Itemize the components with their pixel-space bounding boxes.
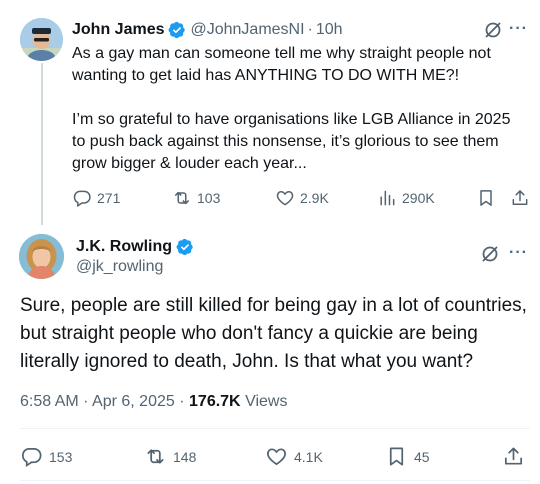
views-icon — [380, 190, 395, 206]
repost-icon — [147, 449, 164, 464]
reply-count: 153 — [49, 448, 73, 465]
divider — [20, 428, 530, 429]
share-icon — [512, 190, 528, 205]
reply-author-handle[interactable]: @JohnJamesNI — [190, 21, 304, 39]
views-count: 176.7K — [189, 393, 241, 410]
verified-badge-icon[interactable] — [176, 238, 194, 256]
jk-rowling-avatar[interactable] — [19, 234, 64, 279]
reply-paragraph-2: I’m so grateful to have organisations li… — [72, 111, 511, 172]
bookmark-button[interactable] — [476, 188, 501, 208]
like-count: 4.1K — [294, 448, 323, 465]
verified-badge-icon[interactable] — [168, 21, 186, 39]
like-button[interactable]: 2.9K — [275, 188, 329, 208]
separator-dot: · — [83, 393, 89, 410]
grok-icon[interactable] — [480, 244, 500, 264]
views-button[interactable]: 290K — [377, 188, 435, 208]
like-button[interactable]: 4.1K — [265, 445, 323, 468]
views-count: 290K — [402, 190, 435, 206]
repost-icon — [175, 191, 189, 205]
main-author-name[interactable]: J.K. Rowling — [76, 238, 172, 256]
share-button[interactable] — [510, 188, 535, 208]
reply-count: 271 — [97, 190, 121, 206]
like-icon — [267, 448, 286, 466]
grok-icon[interactable] — [483, 20, 503, 40]
reply-action-bar: 271 103 2.9K 290K — [72, 188, 532, 212]
tweet-time[interactable]: 6:58 AM — [20, 393, 79, 410]
reply-text: As a gay man can someone tell me why str… — [72, 43, 528, 175]
reply-icon — [73, 190, 91, 208]
like-count: 2.9K — [300, 190, 329, 206]
repost-count: 103 — [197, 190, 221, 206]
reply-icon — [22, 447, 42, 468]
share-button[interactable] — [502, 445, 531, 468]
thread-connector-line — [41, 63, 43, 225]
more-icon[interactable]: ··· — [509, 20, 528, 38]
separator-dot: · — [179, 393, 185, 410]
bookmark-button[interactable]: 45 — [385, 445, 430, 468]
reply-author-name[interactable]: John James — [72, 21, 164, 39]
bookmark-icon — [480, 190, 492, 206]
reply-timestamp[interactable]: 10h — [316, 21, 343, 39]
reply-header: John James @JohnJamesNI · 10h — [72, 19, 343, 41]
repost-button[interactable]: 148 — [144, 445, 196, 468]
main-action-bar: 153 148 4.1K 45 — [20, 445, 530, 471]
main-author-row: J.K. Rowling — [76, 236, 198, 258]
share-icon — [504, 447, 523, 465]
tweet-date[interactable]: Apr 6, 2025 — [92, 393, 175, 410]
tweet-meta: 6:58 AM · Apr 6, 2025 · 176.7K Views — [20, 393, 287, 411]
bookmark-count: 45 — [414, 448, 430, 465]
repost-count: 148 — [173, 448, 197, 465]
reply-button[interactable]: 271 — [72, 188, 120, 208]
like-icon — [276, 190, 294, 206]
bookmark-icon — [389, 447, 404, 466]
more-icon[interactable]: ··· — [509, 244, 528, 262]
main-tweet-text: Sure, people are still killed for being … — [20, 295, 527, 372]
divider — [20, 480, 530, 481]
separator-dot: · — [307, 21, 313, 38]
views-label: Views — [245, 393, 288, 410]
reply-paragraph-1: As a gay man can someone tell me why str… — [72, 45, 491, 84]
reply-button[interactable]: 153 — [20, 445, 72, 468]
repost-button[interactable]: 103 — [172, 188, 220, 208]
main-author-handle[interactable]: @jk_rowling — [76, 258, 163, 276]
john-james-avatar[interactable] — [20, 18, 63, 61]
